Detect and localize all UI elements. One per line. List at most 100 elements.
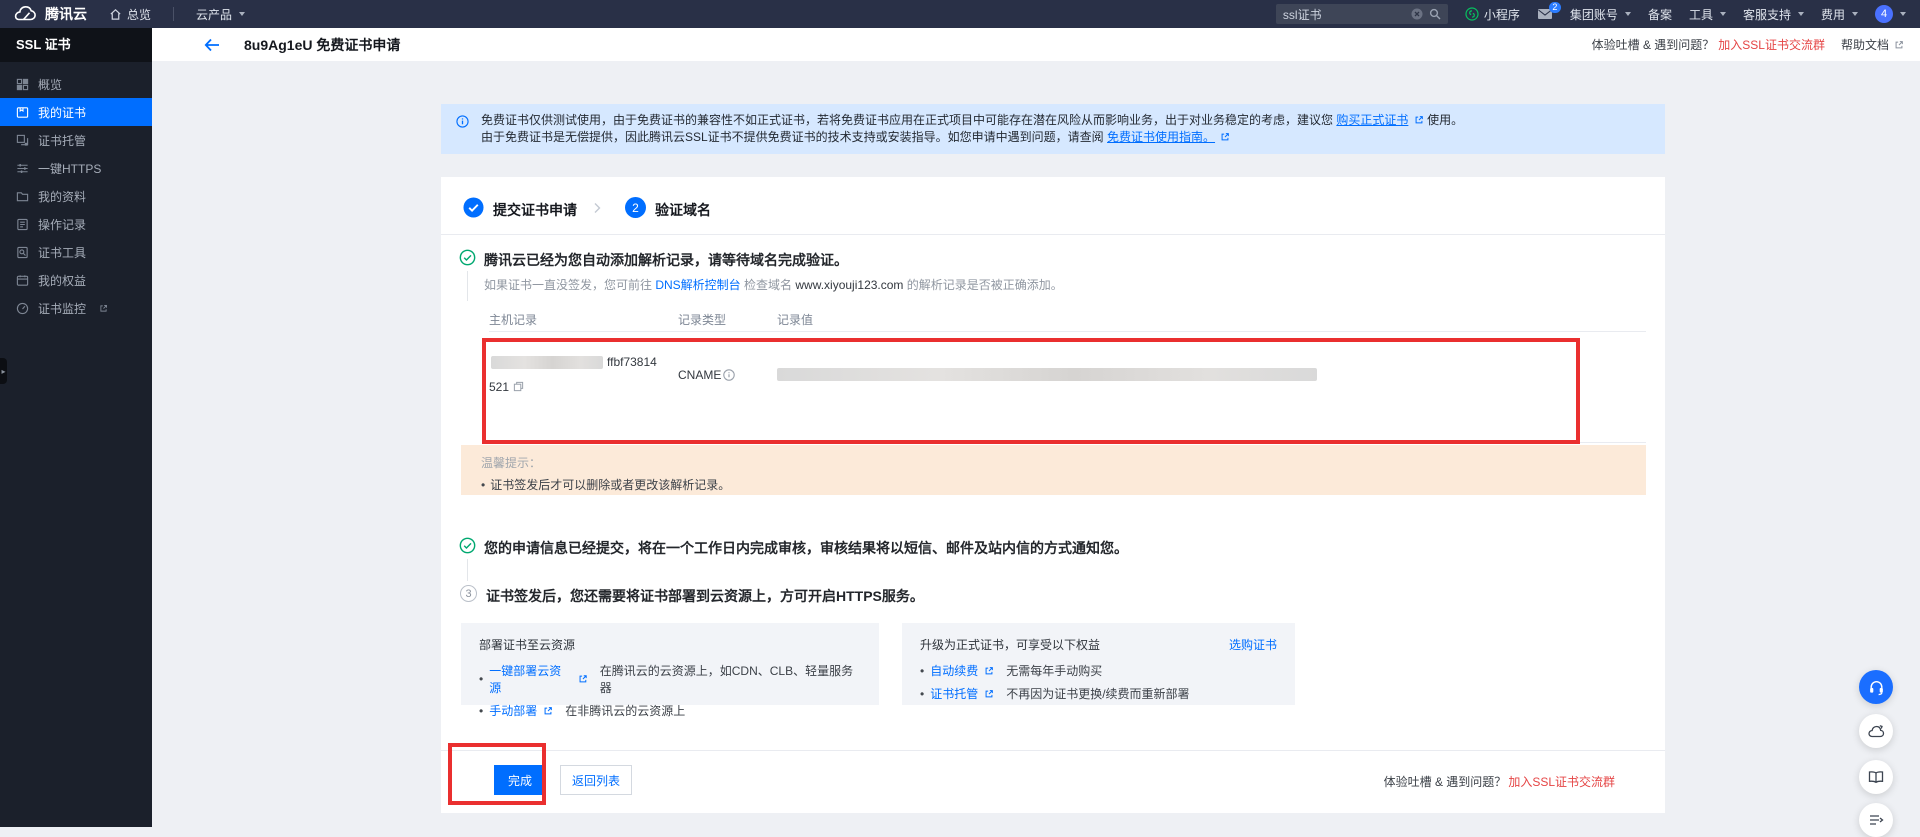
headset-icon bbox=[1868, 679, 1885, 696]
nav-messages[interactable]: 2 bbox=[1537, 8, 1553, 20]
account-menu[interactable]: 4 bbox=[1875, 5, 1906, 23]
deploy-item: • 一键部署云资源 在腾讯云的云资源上，如CDN、CLB、轻量服务器 bbox=[479, 662, 861, 696]
manual-deploy-link[interactable]: 手动部署 bbox=[489, 702, 537, 719]
search-input[interactable] bbox=[1283, 7, 1405, 21]
sidebar-item-operation-log[interactable]: 操作记录 bbox=[0, 210, 152, 238]
docs-button[interactable] bbox=[1859, 760, 1893, 794]
external-link-icon bbox=[578, 674, 588, 684]
free-cert-guide-link[interactable]: 免费证书使用指南。 bbox=[1107, 130, 1215, 144]
customer-service-button[interactable] bbox=[1859, 670, 1893, 704]
record-value-redacted bbox=[777, 368, 1317, 381]
cloud-upload-icon bbox=[1867, 724, 1885, 739]
info-circle-icon[interactable] bbox=[723, 369, 735, 381]
sidebar-item-cert-hosting[interactable]: 证书托管 bbox=[0, 126, 152, 154]
banner-line1: 免费证书仅供测试使用，由于免费证书的兼容性不如正式证书，若将免费证书应用在正式项… bbox=[481, 112, 1649, 129]
upgrade-item: • 自动续费 无需每年手动购买 bbox=[920, 662, 1277, 679]
survey-button[interactable] bbox=[1859, 803, 1893, 837]
external-link-icon bbox=[543, 706, 553, 716]
clear-icon[interactable] bbox=[1411, 8, 1423, 20]
nav-billing[interactable]: 费用 bbox=[1821, 6, 1858, 23]
caret-down-icon bbox=[1852, 12, 1858, 16]
dns-console-link[interactable]: DNS解析控制台 bbox=[655, 278, 740, 292]
cloud-logo-icon bbox=[14, 6, 38, 22]
chevron-right-icon bbox=[593, 202, 601, 214]
certificate-icon bbox=[16, 106, 29, 119]
dns-section-title: 腾讯云已经为您自动添加解析记录，请等待域名完成验证。 bbox=[484, 250, 848, 270]
host-record-line2: 521 bbox=[489, 380, 524, 394]
finish-button[interactable]: 完成 bbox=[494, 765, 546, 795]
deploy-box-title: 部署证书至云资源 bbox=[479, 636, 861, 653]
application-card: 提交证书申请 2 验证域名 腾讯云已经为您自动添加解析记录，请等待域名完成验证。… bbox=[441, 177, 1665, 813]
external-link-icon bbox=[984, 689, 994, 699]
external-link-icon bbox=[984, 666, 994, 676]
steps-divider bbox=[441, 234, 1665, 235]
upgrade-box-title: 升级为正式证书，可享受以下权益 bbox=[920, 636, 1277, 653]
back-to-list-button[interactable]: 返回列表 bbox=[560, 765, 632, 795]
sidebar-item-cert-monitor[interactable]: 证书监控 bbox=[0, 294, 152, 322]
topbar-search bbox=[1276, 4, 1448, 24]
sidebar: SSL 证书 概览 我的证书 证书托管 一键HTTPS bbox=[0, 28, 152, 827]
log-icon bbox=[16, 218, 29, 231]
sidebar-item-cert-tools[interactable]: 证书工具 bbox=[0, 238, 152, 266]
record-type-cell: CNAME bbox=[678, 368, 735, 382]
page-header: 8u9Ag1eU 免费证书申请 体验吐槽 & 遇到问题？ 加入SSL证书交流群 … bbox=[152, 28, 1920, 61]
footer-feedback: 体验吐槽 & 遇到问题？ 加入SSL证书交流群 bbox=[1384, 773, 1615, 790]
green-check-icon bbox=[459, 537, 476, 554]
tencent-cloud-logo[interactable]: 腾讯云 bbox=[14, 4, 87, 24]
nav-overview[interactable]: 总览 bbox=[109, 6, 151, 23]
cloud-feedback-button[interactable] bbox=[1859, 714, 1893, 748]
nav-group-account[interactable]: 集团账号 bbox=[1570, 6, 1631, 23]
topbar-divider bbox=[173, 7, 174, 21]
host-record-redacted bbox=[491, 356, 603, 369]
buy-formal-cert-link[interactable]: 购买正式证书 bbox=[1336, 113, 1408, 127]
help-doc-link[interactable]: 帮助文档 bbox=[1841, 36, 1904, 53]
submit-note: 您的申请信息已经提交，将在一个工作日内完成审核，审核结果将以短信、邮件及站内信的… bbox=[484, 538, 1128, 558]
feedback-prefix: 体验吐槽 & 遇到问题？ bbox=[1592, 36, 1715, 53]
step1-done-icon bbox=[463, 197, 484, 218]
sidebar-item-overview[interactable]: 概览 bbox=[0, 70, 152, 98]
cert-hosting-link[interactable]: 证书托管 bbox=[930, 685, 978, 702]
back-arrow-icon[interactable] bbox=[204, 38, 220, 52]
caret-down-icon bbox=[1720, 12, 1726, 16]
upgrade-box: 升级为正式证书，可享受以下权益 选购证书 • 自动续费 无需每年手动购买 • 证… bbox=[902, 623, 1295, 705]
tencent-cloud-ssl-console: { "topbar": { "brand": "腾讯云", "overview"… bbox=[0, 0, 1920, 827]
book-icon bbox=[1868, 770, 1884, 784]
sidebar-item-my-benefits[interactable]: 我的权益 bbox=[0, 266, 152, 294]
upgrade-item: • 证书托管 不再因为证书更换/续费而重新部署 bbox=[920, 685, 1277, 702]
col-header-value: 记录值 bbox=[777, 311, 813, 328]
join-ssl-group-link[interactable]: 加入SSL证书交流群 bbox=[1718, 36, 1825, 53]
sidebar-item-one-click-https[interactable]: 一键HTTPS bbox=[0, 154, 152, 182]
nav-cloud-products[interactable]: 云产品 bbox=[196, 6, 245, 23]
sidebar-item-my-certificates[interactable]: 我的证书 bbox=[0, 98, 152, 126]
topbar: 腾讯云 总览 云产品 bbox=[0, 0, 1920, 28]
list-arrow-icon bbox=[1869, 814, 1884, 826]
deploy-item: • 手动部署 在非腾讯云的云资源上 bbox=[479, 702, 861, 719]
col-header-type: 记录类型 bbox=[678, 311, 726, 328]
step2-label: 验证域名 bbox=[655, 200, 711, 220]
join-ssl-group-link[interactable]: 加入SSL证书交流群 bbox=[1508, 773, 1615, 790]
nav-tools[interactable]: 工具 bbox=[1689, 6, 1726, 23]
hosting-icon bbox=[16, 134, 29, 147]
caret-down-icon bbox=[1798, 12, 1804, 16]
footer-divider bbox=[441, 750, 1665, 751]
table-header-divider bbox=[489, 331, 1646, 332]
folder-icon bbox=[16, 190, 29, 203]
buy-cert-link[interactable]: 选购证书 bbox=[1229, 636, 1277, 653]
miniprogram-icon bbox=[1465, 7, 1479, 21]
caret-down-icon bbox=[239, 12, 245, 16]
sidebar-item-my-profile[interactable]: 我的资料 bbox=[0, 182, 152, 210]
timeline-connector bbox=[467, 559, 468, 581]
step1-label: 提交证书申请 bbox=[493, 200, 577, 220]
nav-support[interactable]: 客服支持 bbox=[1743, 6, 1804, 23]
one-click-deploy-link[interactable]: 一键部署云资源 bbox=[489, 662, 572, 696]
nav-icp-filing[interactable]: 备案 bbox=[1648, 6, 1672, 23]
search-icon[interactable] bbox=[1429, 8, 1441, 20]
external-link-icon bbox=[1220, 132, 1230, 142]
home-icon bbox=[109, 8, 122, 21]
nav-miniprogram[interactable]: 小程序 bbox=[1465, 6, 1520, 23]
copy-icon[interactable] bbox=[513, 381, 524, 392]
sidebar-collapse-handle[interactable]: ▸ bbox=[0, 358, 7, 384]
auto-renew-link[interactable]: 自动续费 bbox=[930, 662, 978, 679]
step3-number-icon: 3 bbox=[460, 585, 477, 602]
caret-down-icon bbox=[1900, 12, 1906, 16]
